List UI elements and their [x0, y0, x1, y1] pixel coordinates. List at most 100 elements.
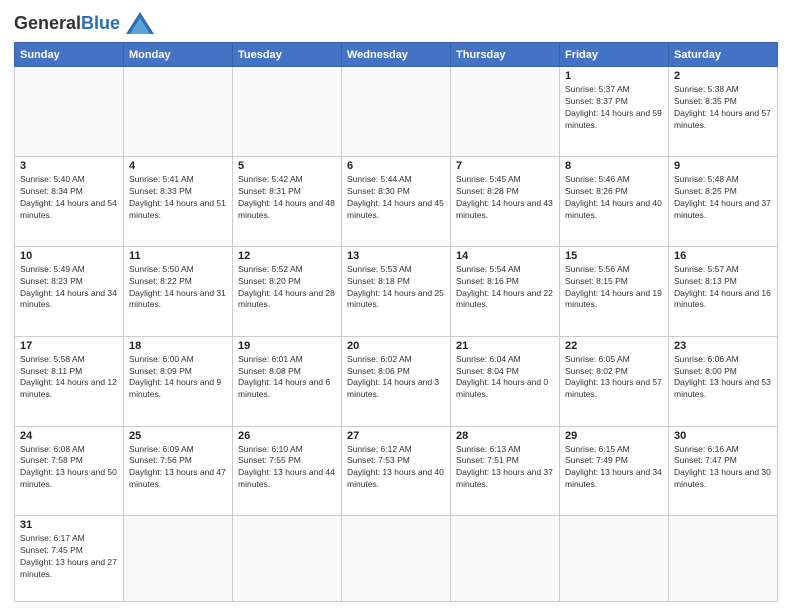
day-number: 29: [565, 430, 663, 442]
day-info: Sunrise: 5:38 AM Sunset: 8:35 PM Dayligh…: [674, 84, 772, 132]
day-info: Sunrise: 5:40 AM Sunset: 8:34 PM Dayligh…: [20, 174, 118, 222]
logo: GeneralBlue: [14, 12, 154, 34]
day-cell: 20 Sunrise: 6:02 AM Sunset: 8:06 PM Dayli…: [342, 336, 451, 426]
day-cell: [342, 67, 451, 157]
day-info: Sunrise: 6:13 AM Sunset: 7:51 PM Dayligh…: [456, 444, 554, 492]
day-info: Sunrise: 6:02 AM Sunset: 8:06 PM Dayligh…: [347, 354, 445, 402]
day-number: 5: [238, 160, 336, 172]
day-cell: 4 Sunrise: 5:41 AM Sunset: 8:33 PM Daylig…: [124, 156, 233, 246]
day-info: Sunrise: 6:17 AM Sunset: 7:45 PM Dayligh…: [20, 533, 118, 581]
day-number: 20: [347, 340, 445, 352]
day-number: 17: [20, 340, 118, 352]
week-row-6: 31 Sunrise: 6:17 AM Sunset: 7:45 PM Dayli…: [15, 516, 778, 602]
week-row-5: 24 Sunrise: 6:08 AM Sunset: 7:58 PM Dayli…: [15, 426, 778, 516]
week-row-2: 3 Sunrise: 5:40 AM Sunset: 8:34 PM Daylig…: [15, 156, 778, 246]
day-number: 1: [565, 70, 663, 82]
day-info: Sunrise: 6:15 AM Sunset: 7:49 PM Dayligh…: [565, 444, 663, 492]
col-header-thursday: Thursday: [451, 43, 560, 67]
day-number: 30: [674, 430, 772, 442]
day-cell: 14Sunrise: 5:54 AM Sunset: 8:16 PM Dayli…: [451, 246, 560, 336]
calendar-table: SundayMondayTuesdayWednesdayThursdayFrid…: [14, 42, 778, 602]
day-number: 16: [674, 250, 772, 262]
day-info: Sunrise: 6:01 AM Sunset: 8:08 PM Dayligh…: [238, 354, 336, 402]
day-info: Sunrise: 6:05 AM Sunset: 8:02 PM Dayligh…: [565, 354, 663, 402]
logo-blue: Blue: [81, 13, 120, 33]
day-cell: 25Sunrise: 6:09 AM Sunset: 7:56 PM Dayli…: [124, 426, 233, 516]
day-cell: 24 Sunrise: 6:08 AM Sunset: 7:58 PM Dayli…: [15, 426, 124, 516]
day-cell: [124, 67, 233, 157]
day-number: 26: [238, 430, 336, 442]
day-info: Sunrise: 5:37 AM Sunset: 8:37 PM Dayligh…: [565, 84, 663, 132]
day-number: 24: [20, 430, 118, 442]
col-header-monday: Monday: [124, 43, 233, 67]
header: GeneralBlue: [14, 12, 778, 34]
page: GeneralBlue SundayMondayTuesdayWednesday…: [0, 0, 792, 612]
col-header-sunday: Sunday: [15, 43, 124, 67]
day-number: 3: [20, 160, 118, 172]
day-cell: 31 Sunrise: 6:17 AM Sunset: 7:45 PM Dayli…: [15, 516, 124, 602]
day-cell: 29 Sunrise: 6:15 AM Sunset: 7:49 PM Dayli…: [560, 426, 669, 516]
col-header-friday: Friday: [560, 43, 669, 67]
day-info: Sunrise: 6:06 AM Sunset: 8:00 PM Dayligh…: [674, 354, 772, 402]
day-cell: 5Sunrise: 5:42 AM Sunset: 8:31 PM Daylig…: [233, 156, 342, 246]
day-info: Sunrise: 5:49 AM Sunset: 8:23 PM Dayligh…: [20, 264, 118, 312]
day-cell: 9 Sunrise: 5:48 AM Sunset: 8:25 PM Daylig…: [669, 156, 778, 246]
week-row-4: 17Sunrise: 5:58 AM Sunset: 8:11 PM Dayli…: [15, 336, 778, 426]
day-info: Sunrise: 5:57 AM Sunset: 8:13 PM Dayligh…: [674, 264, 772, 312]
day-cell: 26Sunrise: 6:10 AM Sunset: 7:55 PM Dayli…: [233, 426, 342, 516]
day-info: Sunrise: 5:45 AM Sunset: 8:28 PM Dayligh…: [456, 174, 554, 222]
day-cell: [124, 516, 233, 602]
day-cell: 6 Sunrise: 5:44 AM Sunset: 8:30 PM Daylig…: [342, 156, 451, 246]
header-row: SundayMondayTuesdayWednesdayThursdayFrid…: [15, 43, 778, 67]
day-info: Sunrise: 6:16 AM Sunset: 7:47 PM Dayligh…: [674, 444, 772, 492]
day-info: Sunrise: 5:54 AM Sunset: 8:16 PM Dayligh…: [456, 264, 554, 312]
logo-text: GeneralBlue: [14, 14, 120, 32]
day-number: 18: [129, 340, 227, 352]
day-cell: 28 Sunrise: 6:13 AM Sunset: 7:51 PM Dayli…: [451, 426, 560, 516]
day-number: 7: [456, 160, 554, 172]
day-info: Sunrise: 5:52 AM Sunset: 8:20 PM Dayligh…: [238, 264, 336, 312]
col-header-saturday: Saturday: [669, 43, 778, 67]
day-cell: 15Sunrise: 5:56 AM Sunset: 8:15 PM Dayli…: [560, 246, 669, 336]
day-info: Sunrise: 6:04 AM Sunset: 8:04 PM Dayligh…: [456, 354, 554, 402]
day-info: Sunrise: 5:53 AM Sunset: 8:18 PM Dayligh…: [347, 264, 445, 312]
day-cell: [233, 516, 342, 602]
day-info: Sunrise: 5:46 AM Sunset: 8:26 PM Dayligh…: [565, 174, 663, 222]
logo-icon: [126, 12, 154, 34]
day-info: Sunrise: 6:09 AM Sunset: 7:56 PM Dayligh…: [129, 444, 227, 492]
day-number: 6: [347, 160, 445, 172]
day-number: 8: [565, 160, 663, 172]
day-info: Sunrise: 5:41 AM Sunset: 8:33 PM Dayligh…: [129, 174, 227, 222]
week-row-3: 10Sunrise: 5:49 AM Sunset: 8:23 PM Dayli…: [15, 246, 778, 336]
day-cell: 19 Sunrise: 6:01 AM Sunset: 8:08 PM Dayli…: [233, 336, 342, 426]
day-cell: 3 Sunrise: 5:40 AM Sunset: 8:34 PM Daylig…: [15, 156, 124, 246]
day-cell: 17Sunrise: 5:58 AM Sunset: 8:11 PM Dayli…: [15, 336, 124, 426]
day-number: 15: [565, 250, 663, 262]
day-number: 11: [129, 250, 227, 262]
day-number: 31: [20, 519, 118, 531]
day-number: 2: [674, 70, 772, 82]
day-cell: 8 Sunrise: 5:46 AM Sunset: 8:26 PM Daylig…: [560, 156, 669, 246]
day-cell: 30 Sunrise: 6:16 AM Sunset: 7:47 PM Dayli…: [669, 426, 778, 516]
day-cell: [15, 67, 124, 157]
day-cell: 27Sunrise: 6:12 AM Sunset: 7:53 PM Dayli…: [342, 426, 451, 516]
day-cell: 23Sunrise: 6:06 AM Sunset: 8:00 PM Dayli…: [669, 336, 778, 426]
day-cell: 7 Sunrise: 5:45 AM Sunset: 8:28 PM Daylig…: [451, 156, 560, 246]
week-row-1: 1 Sunrise: 5:37 AM Sunset: 8:37 PM Daylig…: [15, 67, 778, 157]
day-cell: 1 Sunrise: 5:37 AM Sunset: 8:37 PM Daylig…: [560, 67, 669, 157]
logo-general: General: [14, 13, 81, 33]
day-number: 4: [129, 160, 227, 172]
day-info: Sunrise: 5:48 AM Sunset: 8:25 PM Dayligh…: [674, 174, 772, 222]
day-info: Sunrise: 6:08 AM Sunset: 7:58 PM Dayligh…: [20, 444, 118, 492]
day-cell: 13Sunrise: 5:53 AM Sunset: 8:18 PM Dayli…: [342, 246, 451, 336]
day-cell: 2 Sunrise: 5:38 AM Sunset: 8:35 PM Daylig…: [669, 67, 778, 157]
day-info: Sunrise: 5:44 AM Sunset: 8:30 PM Dayligh…: [347, 174, 445, 222]
day-number: 28: [456, 430, 554, 442]
day-number: 19: [238, 340, 336, 352]
day-cell: 16 Sunrise: 5:57 AM Sunset: 8:13 PM Dayli…: [669, 246, 778, 336]
day-number: 9: [674, 160, 772, 172]
day-cell: 10Sunrise: 5:49 AM Sunset: 8:23 PM Dayli…: [15, 246, 124, 336]
day-cell: [560, 516, 669, 602]
day-info: Sunrise: 6:12 AM Sunset: 7:53 PM Dayligh…: [347, 444, 445, 492]
day-info: Sunrise: 5:50 AM Sunset: 8:22 PM Dayligh…: [129, 264, 227, 312]
